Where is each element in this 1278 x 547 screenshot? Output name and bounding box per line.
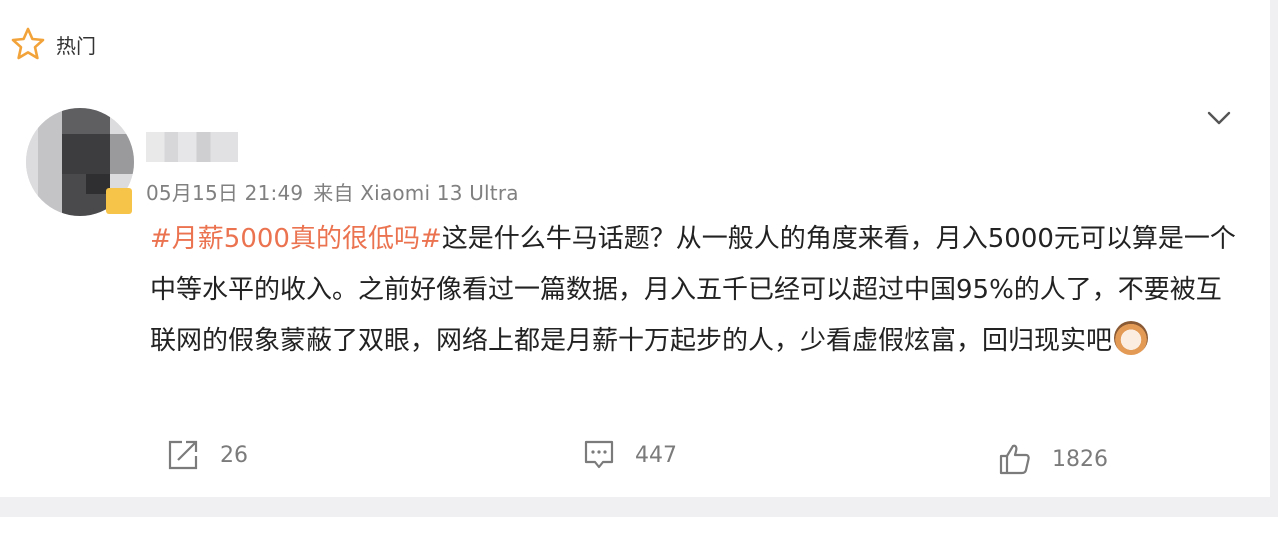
cat-face-emoji bbox=[1114, 321, 1149, 355]
hot-label: 热门 bbox=[56, 33, 96, 58]
username-blur bbox=[146, 132, 238, 162]
verified-badge-icon bbox=[106, 188, 132, 214]
thumbs-up-icon bbox=[998, 442, 1032, 476]
next-post-card bbox=[0, 517, 1278, 547]
action-bar: 26 447 1826 bbox=[0, 438, 1270, 482]
post-meta: 05月15日 21:49 来自 Xiaomi 13 Ultra bbox=[146, 177, 529, 206]
like-button[interactable]: 1826 bbox=[998, 442, 1108, 476]
star-icon bbox=[10, 26, 46, 62]
comment-count: 447 bbox=[635, 442, 677, 468]
post-card: 热门 05月15日 21:49 来自 Xiaomi 13 Ultra #月薪500… bbox=[0, 0, 1270, 497]
post-source: 来自 Xiaomi 13 Ultra bbox=[313, 181, 519, 205]
post-body: #月薪5000真的很低吗#这是什么牛马话题？从一般人的角度来看，月入5000元可… bbox=[150, 214, 1240, 367]
username[interactable] bbox=[146, 130, 238, 164]
hot-header: 热门 bbox=[10, 26, 96, 62]
share-icon bbox=[166, 438, 200, 472]
hashtag-link[interactable]: #月薪5000真的很低吗# bbox=[150, 224, 442, 254]
share-count: 26 bbox=[220, 442, 248, 468]
comment-icon bbox=[583, 438, 615, 472]
chevron-down-icon[interactable] bbox=[1206, 108, 1232, 132]
like-count: 1826 bbox=[1052, 446, 1108, 472]
share-button[interactable]: 26 bbox=[166, 438, 248, 472]
post-date[interactable]: 05月15日 21:49 bbox=[146, 181, 303, 205]
comment-button[interactable]: 447 bbox=[583, 438, 677, 472]
